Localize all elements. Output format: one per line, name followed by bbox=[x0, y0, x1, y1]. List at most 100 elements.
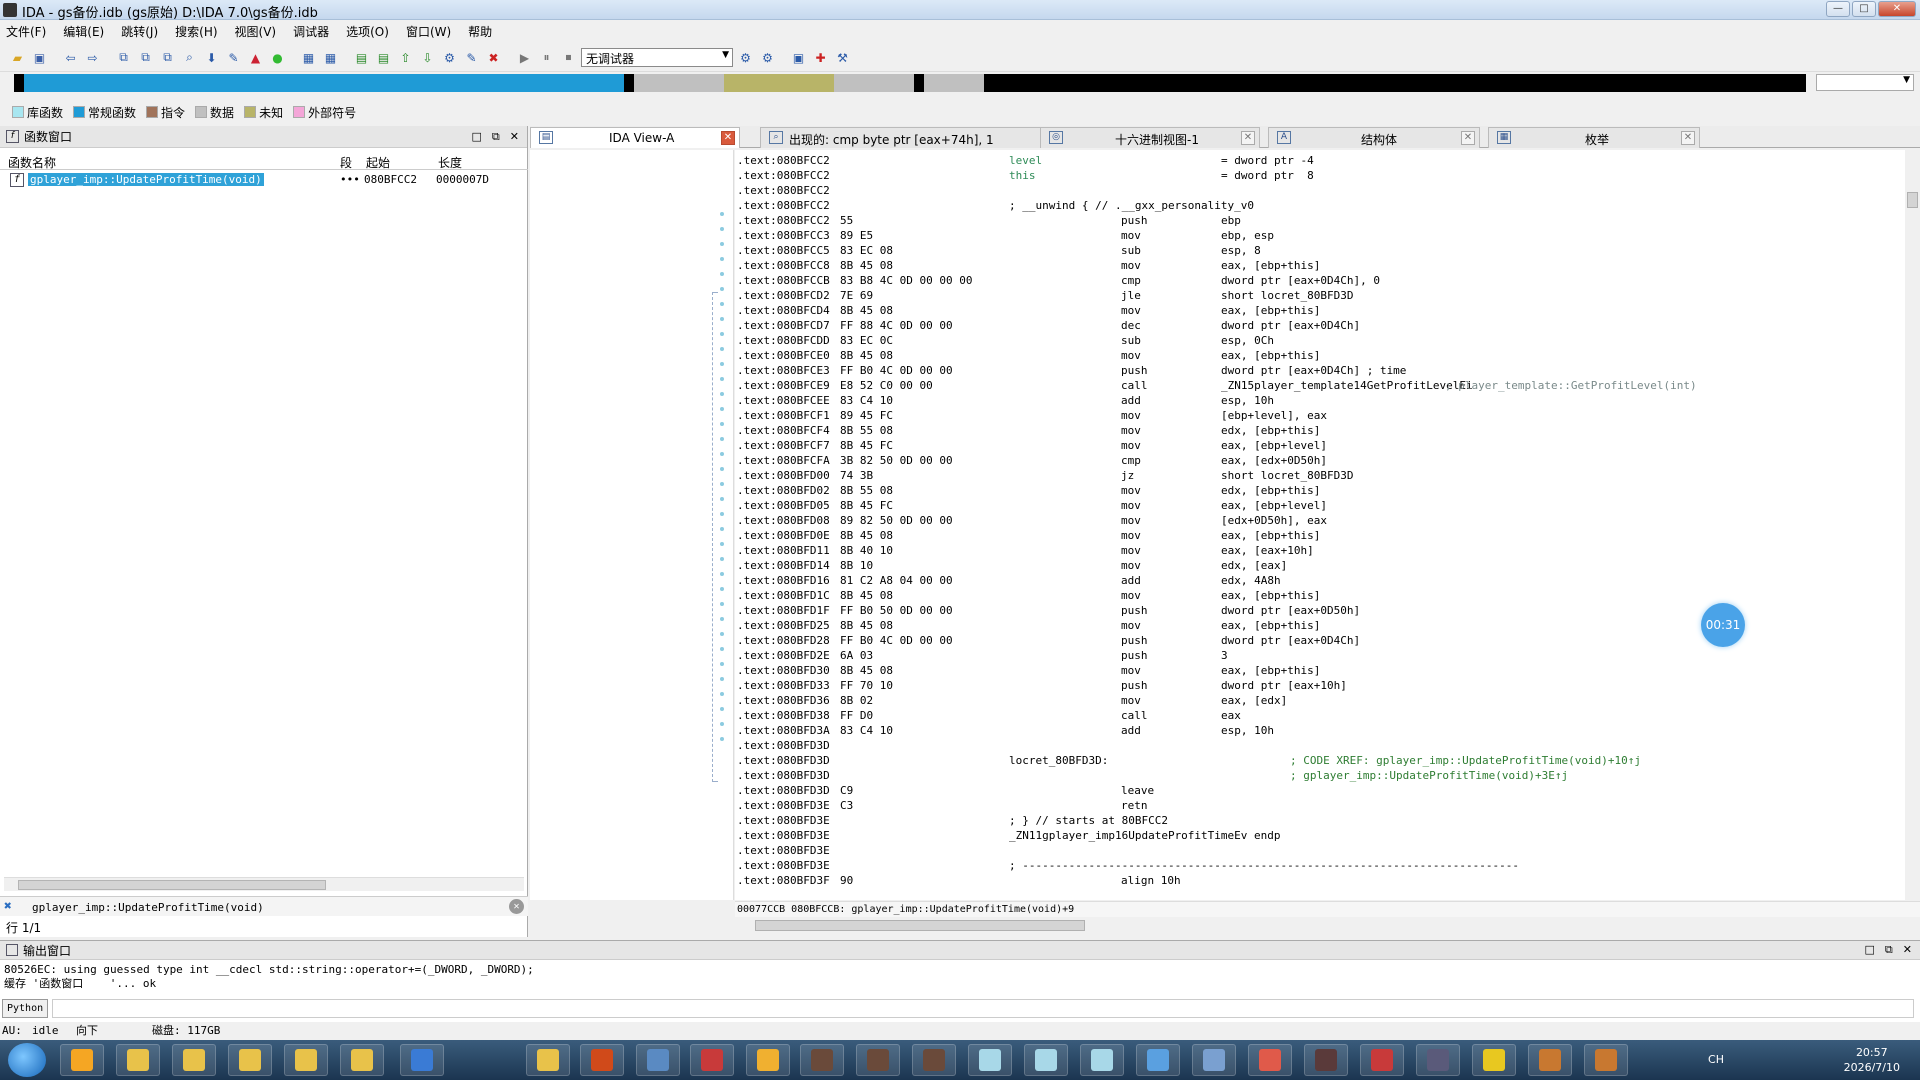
text-search-icon[interactable]: ✎ bbox=[224, 48, 243, 67]
disasm-line[interactable]: .text:080BFD3E ; } // starts at 80BFCC2 bbox=[735, 813, 1895, 828]
function-search-text[interactable]: gplayer_imp::UpdateProfitTime(void) bbox=[32, 901, 264, 914]
run-icon[interactable]: ▶ bbox=[515, 48, 534, 67]
col-function-name[interactable]: 函数名称 bbox=[8, 154, 56, 171]
disasm-line[interactable]: .text:080BFD3D C9 leave bbox=[735, 783, 1895, 798]
taskbar-app-icon[interactable] bbox=[1136, 1044, 1180, 1076]
taskbar-app-icon[interactable] bbox=[746, 1044, 790, 1076]
analysis-icon[interactable]: ▲ bbox=[246, 48, 265, 67]
taskbar-app-icon[interactable] bbox=[690, 1044, 734, 1076]
copy-icon[interactable]: ⧉ bbox=[114, 48, 133, 67]
disasm-line[interactable]: .text:080BFCF4 8B 55 08 mov edx, [ebp+this] bbox=[735, 423, 1895, 438]
taskbar-app-icon[interactable] bbox=[1248, 1044, 1292, 1076]
patch-icon[interactable]: ✎ bbox=[462, 48, 481, 67]
nav-band-dropdown[interactable]: ▼ bbox=[1816, 74, 1914, 91]
disasm-line[interactable]: .text:080BFCC2 ; __unwind { // .__gxx_per… bbox=[735, 198, 1895, 213]
jump-down-icon[interactable]: ⬇ bbox=[202, 48, 221, 67]
function-search-bar[interactable]: ✖ gplayer_imp::UpdateProfitTime(void) ✕ bbox=[0, 896, 528, 916]
disasm-line[interactable]: .text:080BFD1C 8B 45 08 mov eax, [ebp+this] bbox=[735, 588, 1895, 603]
panel-close-icon[interactable]: ✕ bbox=[1903, 943, 1912, 957]
disasm-line[interactable]: .text:080BFD3E _ZN11gplayer_imp16UpdatePr… bbox=[735, 828, 1895, 843]
menu-help[interactable]: 帮助 bbox=[468, 23, 492, 40]
scroll-thumb[interactable] bbox=[755, 920, 1085, 931]
table-row[interactable]: f gplayer_imp::UpdateProfitTime(void) ••… bbox=[0, 172, 528, 189]
clock[interactable]: 20:57 2026/7/10 bbox=[1844, 1045, 1900, 1075]
taskbar-app-icon[interactable] bbox=[228, 1044, 272, 1076]
debug-options-icon[interactable]: ⚙ bbox=[758, 48, 777, 67]
disasm-hscrollbar[interactable] bbox=[735, 918, 1920, 934]
disasm-line[interactable]: .text:080BFD16 81 C2 A8 04 00 00 add edx, 4… bbox=[735, 573, 1895, 588]
tab-hex-view[interactable]: ◎ 十六进制视图-1 ✕ bbox=[1040, 127, 1260, 148]
navigation-band[interactable] bbox=[14, 74, 1806, 92]
tab-occurrences[interactable]: ⌕ 出现的: cmp byte ptr [eax+74h], 1 ✕ bbox=[760, 127, 1060, 148]
disasm-line[interactable]: .text:080BFD3D ; gplayer_imp::UpdateProfi… bbox=[735, 768, 1895, 783]
taskbar-app-icon[interactable] bbox=[1360, 1044, 1404, 1076]
taskbar-app-icon[interactable] bbox=[580, 1044, 624, 1076]
tool-icon[interactable]: ⚒ bbox=[833, 48, 852, 67]
open-icon[interactable]: ▰ bbox=[8, 48, 27, 67]
col-segment[interactable]: 段 bbox=[340, 154, 352, 171]
disasm-line[interactable]: .text:080BFD08 89 82 50 0D 00 00 mov [edx+0… bbox=[735, 513, 1895, 528]
save-icon[interactable]: ▣ bbox=[30, 48, 49, 67]
binary-icon[interactable]: ⧉ bbox=[158, 48, 177, 67]
minimize-button[interactable]: — bbox=[1826, 1, 1850, 17]
disasm-line[interactable]: .text:080BFD38 FF D0 call eax bbox=[735, 708, 1895, 723]
forward-icon[interactable]: ⇨ bbox=[83, 48, 102, 67]
disasm-line[interactable]: .text:080BFCF7 8B 45 FC mov eax, [ebp+level… bbox=[735, 438, 1895, 453]
taskbar-app-icon[interactable] bbox=[968, 1044, 1012, 1076]
tab-close-icon[interactable]: ✕ bbox=[1241, 131, 1255, 145]
tab-structures[interactable]: A 结构体 ✕ bbox=[1268, 127, 1480, 148]
taskbar-app-icon[interactable] bbox=[1304, 1044, 1348, 1076]
disasm-line[interactable]: .text:080BFD3E C3 retn bbox=[735, 798, 1895, 813]
disasm-line[interactable]: .text:080BFCEE 83 C4 10 add esp, 10h bbox=[735, 393, 1895, 408]
disasm-vscrollbar[interactable] bbox=[1905, 150, 1920, 900]
disasm-line[interactable]: .text:080BFD02 8B 55 08 mov edx, [ebp+this] bbox=[735, 483, 1895, 498]
scroll-thumb[interactable] bbox=[1907, 192, 1918, 208]
recording-timer[interactable]: 00:31 bbox=[1701, 603, 1745, 647]
disasm-line[interactable]: .text:080BFD11 8B 40 10 mov eax, [eax+10h] bbox=[735, 543, 1895, 558]
disasm-line[interactable]: .text:080BFD05 8B 45 FC mov eax, [ebp+level… bbox=[735, 498, 1895, 513]
xref-down-icon[interactable]: ⇩ bbox=[418, 48, 437, 67]
taskbar-app-icon[interactable] bbox=[1584, 1044, 1628, 1076]
disasm-line[interactable]: .text:080BFCC2 level = dword ptr -4 bbox=[735, 153, 1895, 168]
disasm-line[interactable]: .text:080BFCD7 FF 88 4C 0D 00 00 dec dword … bbox=[735, 318, 1895, 333]
flow-icon[interactable]: ⚙ bbox=[440, 48, 459, 67]
disasm-line[interactable]: .text:080BFCC5 83 EC 08 sub esp, 8 bbox=[735, 243, 1895, 258]
paste-icon[interactable]: ⧉ bbox=[136, 48, 155, 67]
taskbar-app-icon[interactable] bbox=[1416, 1044, 1460, 1076]
disasm-line[interactable]: .text:080BFCC2 this = dword ptr 8 bbox=[735, 168, 1895, 183]
taskbar-app-icon[interactable] bbox=[1192, 1044, 1236, 1076]
start-button[interactable] bbox=[8, 1043, 46, 1077]
filter-clear-icon[interactable]: ✖ bbox=[4, 899, 12, 914]
disasm-line[interactable]: .text:080BFCC8 8B 45 08 mov eax, [ebp+this] bbox=[735, 258, 1895, 273]
taskbar-app-icon[interactable] bbox=[116, 1044, 160, 1076]
tab-close-icon[interactable]: ✕ bbox=[721, 131, 735, 145]
panel-close-icon[interactable]: ✕ bbox=[510, 130, 519, 144]
stop-icon[interactable]: ⏹ bbox=[559, 48, 578, 67]
disasm-line[interactable]: .text:080BFD3F 90 align 10h bbox=[735, 873, 1895, 888]
function-name[interactable]: gplayer_imp::UpdateProfitTime(void) bbox=[28, 173, 264, 186]
taskbar-app-icon[interactable] bbox=[60, 1044, 104, 1076]
taskbar-app-icon[interactable] bbox=[856, 1044, 900, 1076]
python-button[interactable]: Python bbox=[2, 999, 49, 1018]
language-indicator[interactable]: CH bbox=[1708, 1053, 1724, 1066]
disasm-line[interactable]: .text:080BFCE9 E8 52 C0 00 00 call _ZN15pla… bbox=[735, 378, 1895, 393]
disasm-line[interactable]: .text:080BFD3A 83 C4 10 add esp, 10h bbox=[735, 723, 1895, 738]
disasm-line[interactable]: .text:080BFCD2 7E 69 jle short locret_80BFD… bbox=[735, 288, 1895, 303]
panel-float-icon[interactable]: □ bbox=[472, 130, 482, 144]
debug-attach-icon[interactable]: ⚙ bbox=[736, 48, 755, 67]
pause-icon[interactable]: ⏸ bbox=[537, 48, 556, 67]
maximize-button[interactable]: □ bbox=[1852, 1, 1876, 17]
taskbar-app-icon[interactable] bbox=[800, 1044, 844, 1076]
taskbar-app-icon[interactable] bbox=[912, 1044, 956, 1076]
tab-enums[interactable]: ▦ 枚举 ✕ bbox=[1488, 127, 1700, 148]
disasm-line[interactable]: .text:080BFD30 8B 45 08 mov eax, [ebp+this] bbox=[735, 663, 1895, 678]
disasm-line[interactable]: .text:080BFD0E 8B 45 08 mov eax, [ebp+this] bbox=[735, 528, 1895, 543]
disasm-line[interactable]: .text:080BFCFA 3B 82 50 0D 00 00 cmp eax, [… bbox=[735, 453, 1895, 468]
taskbar-app-icon[interactable] bbox=[1024, 1044, 1068, 1076]
disasm-line[interactable]: .text:080BFCE0 8B 45 08 mov eax, [ebp+this] bbox=[735, 348, 1895, 363]
menu-jump[interactable]: 跳转(J) bbox=[121, 23, 158, 40]
disasm-line[interactable]: .text:080BFCC2 55 push ebp bbox=[735, 213, 1895, 228]
tab-ida-view-a[interactable]: ▤ IDA View-A ✕ bbox=[530, 127, 740, 148]
taskbar-app-icon[interactable] bbox=[1472, 1044, 1516, 1076]
disasm-line[interactable]: .text:080BFCDD 83 EC 0C sub esp, 0Ch bbox=[735, 333, 1895, 348]
